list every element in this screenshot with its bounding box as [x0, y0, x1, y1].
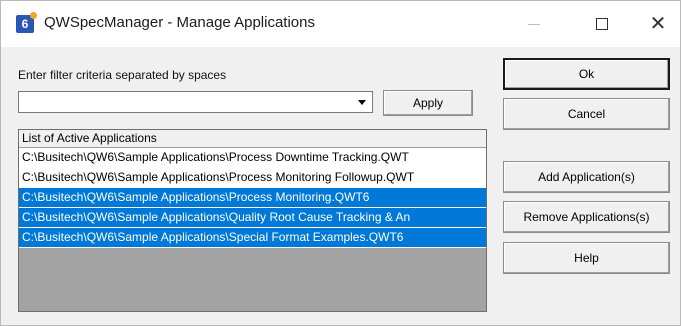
title-bar[interactable]: 6 QWSpecManager - Manage Applications ✕: [1, 1, 680, 47]
dialog-window: 6 QWSpecManager - Manage Applications ✕ …: [0, 0, 681, 326]
list-item[interactable]: C:\Busitech\QW6\Sample Applications\Spec…: [19, 228, 486, 248]
filter-input[interactable]: [21, 93, 353, 111]
dropdown-button[interactable]: [354, 94, 370, 110]
list-item[interactable]: C:\Busitech\QW6\Sample Applications\Proc…: [19, 148, 486, 168]
app-logo-icon: 6: [16, 12, 37, 33]
maximize-icon: [596, 18, 608, 30]
list-item[interactable]: C:\Busitech\QW6\Sample Applications\Proc…: [19, 188, 486, 208]
active-applications-list[interactable]: List of Active Applications C:\Busitech\…: [18, 129, 487, 312]
minimize-button[interactable]: [511, 1, 557, 47]
list-item[interactable]: C:\Busitech\QW6\Sample Applications\Qual…: [19, 208, 486, 228]
window-title: QWSpecManager - Manage Applications: [44, 14, 315, 31]
remove-applications-button[interactable]: Remove Applications(s): [503, 201, 670, 233]
help-button[interactable]: Help: [503, 242, 670, 274]
list-item[interactable]: C:\Busitech\QW6\Sample Applications\Proc…: [19, 168, 486, 188]
chevron-down-icon: [358, 99, 366, 105]
maximize-button[interactable]: [579, 1, 625, 47]
close-icon: ✕: [649, 13, 667, 35]
add-application-button[interactable]: Add Application(s): [503, 161, 670, 193]
minimize-icon: [528, 23, 540, 25]
close-button[interactable]: ✕: [635, 1, 681, 47]
ok-button[interactable]: Ok: [503, 58, 670, 90]
apply-button[interactable]: Apply: [383, 90, 473, 116]
list-header: List of Active Applications: [19, 130, 486, 148]
cancel-button[interactable]: Cancel: [503, 98, 670, 130]
filter-label: Enter filter criteria separated by space…: [18, 68, 227, 82]
filter-combobox[interactable]: [18, 91, 373, 113]
